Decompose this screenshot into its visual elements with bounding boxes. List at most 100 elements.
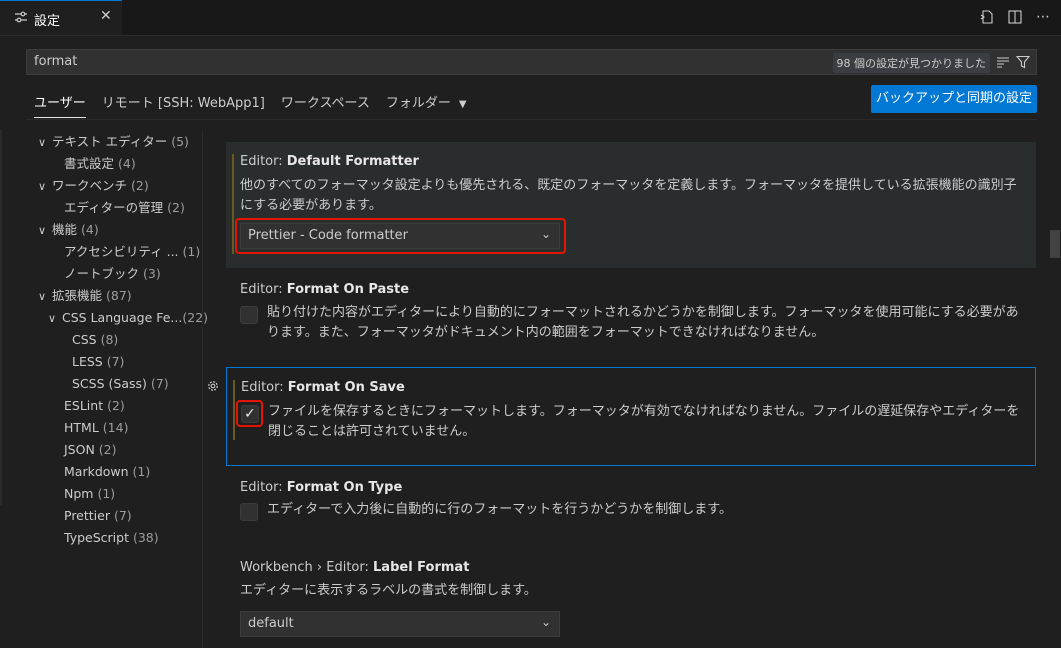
highlight-box: [235, 218, 566, 254]
toc-count: (2): [167, 200, 185, 215]
toc-sash[interactable]: [202, 130, 203, 648]
modified-indicator: [233, 380, 235, 440]
chevron-down-icon: ∨: [38, 290, 47, 303]
toc-features[interactable]: ∨ 機能 (4): [38, 219, 99, 241]
tab-folder-label: フォルダー: [385, 96, 451, 111]
toc-count: (5): [171, 134, 189, 149]
editor-actions: ⋯: [979, 9, 1051, 25]
setting-default-formatter: Editor: Default Formatter 他のすべてのフォーマッタ設定…: [226, 142, 1036, 268]
toc-count: (2): [98, 442, 117, 457]
setting-name: Format On Type: [286, 480, 403, 495]
setting-title: Editor: Format On Save: [241, 380, 405, 395]
setting-description-line1: 他のすべてのフォーマッタ設定よりも優先される、既定のフォーマッタを定義します。フ…: [240, 178, 1017, 193]
toc-workbench[interactable]: ∨ ワークベンチ (2): [38, 175, 149, 197]
more-actions-icon[interactable]: ⋯: [1035, 9, 1051, 25]
toc-count: (8): [100, 332, 119, 347]
toc-label: ワークベンチ: [52, 178, 128, 193]
chevron-down-icon: ∨: [38, 180, 47, 193]
caret-down-icon: ▼: [458, 99, 467, 110]
setting-format-on-save: Editor: Format On Save ✓ ファイルを保存するときにフォー…: [226, 367, 1036, 466]
toc-count: (1): [182, 244, 201, 259]
toc-count: (2): [107, 398, 125, 413]
setting-category: Editor:: [240, 154, 287, 169]
toc-html[interactable]: HTML (14): [64, 417, 128, 439]
toc-extensions[interactable]: ∨ 拡張機能 (87): [38, 285, 132, 307]
toc-count: (7): [113, 508, 132, 523]
vertical-scrollbar-thumb[interactable]: [1050, 230, 1060, 258]
setting-description-line2: ります。また、フォーマッタがドキュメント内の範囲をフォーマットできなければなりま…: [267, 325, 825, 340]
toc-typescript[interactable]: TypeScript (38): [64, 527, 159, 549]
chevron-down-icon: ∨: [38, 224, 47, 237]
highlight-box: [236, 400, 263, 427]
modified-indicator: [232, 154, 234, 254]
search-value: format: [34, 54, 78, 69]
toc-label: Prettier: [64, 508, 110, 523]
toc-label: LESS: [72, 354, 103, 369]
toc-count: (7): [150, 376, 169, 391]
setting-label-format: Workbench › Editor: Label Format エディターに表…: [226, 550, 1036, 648]
tab-title: 設定: [34, 14, 61, 29]
toc-prettier[interactable]: Prettier (7): [64, 505, 132, 527]
toc-count: (4): [118, 156, 136, 171]
toc-label: 機能: [52, 222, 78, 237]
toc-count: (14): [102, 420, 129, 435]
toc-label: CSS Language Fe...: [62, 310, 183, 325]
setting-title: Workbench › Editor: Label Format: [240, 560, 469, 575]
split-editor-icon[interactable]: [1007, 9, 1023, 25]
gear-icon[interactable]: [206, 379, 220, 393]
toc-text-editor[interactable]: ∨ テキスト エディター (5): [38, 131, 189, 153]
toc-count: (4): [81, 222, 99, 237]
toc-npm[interactable]: Npm (1): [64, 483, 115, 505]
toc-count: (7): [106, 354, 125, 369]
toc-formatting[interactable]: 書式設定 (4): [64, 153, 136, 175]
settings-toc: ∨ テキスト エディター (5) 書式設定 (4) ∨ ワークベンチ (2) エディ…: [0, 130, 208, 648]
toc-label: ノートブック: [64, 266, 140, 281]
toc-label: Markdown: [64, 464, 129, 479]
toc-notebook[interactable]: ノートブック (3): [64, 263, 161, 285]
toc-count: (22): [182, 310, 209, 325]
open-settings-json-icon[interactable]: [979, 9, 995, 25]
header-divider: [26, 119, 1037, 120]
setting-title: Editor: Format On Type: [240, 480, 402, 495]
setting-description-line1: 貼り付けた内容がエディターにより自動的にフォーマットされるかどうかを制御します。…: [267, 305, 1019, 320]
chevron-down-icon: ⌄: [540, 615, 551, 629]
toc-css[interactable]: CSS (8): [72, 329, 118, 351]
filter-icon[interactable]: [1016, 55, 1030, 69]
toc-css-language-features[interactable]: ∨ CSS Language Fe...(22): [48, 307, 208, 329]
close-icon[interactable]: ✕: [100, 8, 112, 24]
search-result-count: 98 個の設定が見つかりました: [832, 53, 990, 73]
settings-search-input[interactable]: format 98 個の設定が見つかりました: [26, 49, 1037, 75]
toc-count: (38): [132, 530, 159, 545]
setting-name: Format On Paste: [286, 282, 410, 297]
toc-editor-management[interactable]: エディターの管理 (2): [64, 197, 185, 219]
chevron-down-icon: ∨: [38, 136, 47, 149]
toc-label: HTML: [64, 420, 99, 435]
toc-label: テキスト エディター: [52, 134, 168, 149]
toc-accessibility[interactable]: アクセシビリティ ... (1): [64, 241, 200, 263]
toc-scss[interactable]: SCSS (Sass) (7): [72, 373, 169, 395]
toc-label: アクセシビリティ ...: [64, 244, 179, 259]
toc-less[interactable]: LESS (7): [72, 351, 124, 373]
tab-workspace[interactable]: ワークスペース: [273, 86, 378, 116]
format-on-type-checkbox[interactable]: [240, 503, 258, 521]
toc-label: 書式設定: [64, 156, 115, 171]
setting-description-line1: エディターに表示するラベルの書式を制御します。: [240, 583, 537, 598]
setting-format-on-type: Editor: Format On Type エディターで入力後に自動的に行のフ…: [226, 470, 1036, 540]
chevron-down-icon: ∨: [48, 312, 57, 325]
setting-category: Editor:: [240, 282, 287, 297]
tab-folder[interactable]: フォルダー ▼: [378, 86, 475, 116]
tab-remote[interactable]: リモート [SSH: WebApp1]: [94, 86, 273, 116]
toc-eslint[interactable]: ESLint (2): [64, 395, 125, 417]
clear-filter-list-icon[interactable]: [996, 55, 1010, 69]
tab-user[interactable]: ユーザー: [26, 86, 94, 118]
setting-description-line1: エディターで入力後に自動的に行のフォーマットを行うかどうかを制御します。: [267, 502, 733, 517]
toc-markdown[interactable]: Markdown (1): [64, 461, 150, 483]
setting-name: Default Formatter: [286, 154, 419, 169]
setting-description-line2: 閉じることは許可されていません。: [268, 424, 476, 439]
backup-sync-button[interactable]: バックアップと同期の設定: [871, 85, 1037, 113]
settings-tab[interactable]: 設定 ✕: [0, 0, 122, 35]
toc-json[interactable]: JSON (2): [64, 439, 117, 461]
toc-label: JSON: [64, 442, 95, 457]
label-format-select[interactable]: default ⌄: [240, 611, 560, 637]
format-on-paste-checkbox[interactable]: [240, 306, 258, 324]
